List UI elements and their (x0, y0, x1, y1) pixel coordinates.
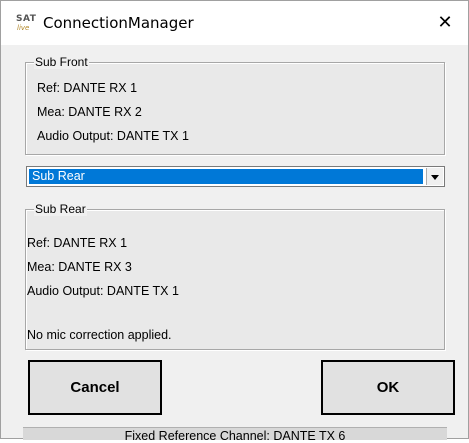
sub-rear-ref: Ref: DANTE RX 1 (27, 236, 128, 250)
sub-front-legend: Sub Front (34, 55, 89, 69)
app-icon-text-top: SAT (16, 14, 37, 24)
close-icon[interactable]: ✕ (422, 1, 468, 45)
window-title: ConnectionManager (43, 14, 194, 32)
sub-rear-group: Sub Rear Ref: DANTE RX 1 Mea: DANTE RX 3… (25, 202, 445, 350)
sub-front-group: Sub Front Ref: DANTE RX 1 Mea: DANTE RX … (25, 55, 445, 155)
dropdown-arrow-button[interactable] (426, 168, 443, 185)
sub-front-audio-output: Audio Output: DANTE TX 1 (37, 129, 189, 143)
sub-front-ref: Ref: DANTE RX 1 (37, 81, 138, 95)
sub-front-mea: Mea: DANTE RX 2 (37, 105, 142, 119)
cancel-button[interactable]: Cancel (28, 360, 162, 415)
dialog-client-area: Sub Front Ref: DANTE RX 1 Mea: DANTE RX … (1, 45, 468, 443)
status-bar: Fixed Reference Channel: DANTE TX 6 (23, 427, 447, 443)
app-icon-text-bottom: live (17, 24, 30, 32)
sub-rear-mea: Mea: DANTE RX 3 (27, 260, 132, 274)
title-bar[interactable]: SAT live ConnectionManager ✕ (1, 1, 468, 45)
sub-rear-audio-output: Audio Output: DANTE TX 1 (27, 284, 179, 298)
mic-correction-status: No mic correction applied. (27, 328, 172, 342)
ok-button[interactable]: OK (321, 360, 455, 415)
sub-select-dropdown[interactable]: Sub Rear (26, 166, 445, 187)
connection-manager-window: SAT live ConnectionManager ✕ Sub Front R… (0, 0, 469, 443)
sat-live-app-icon: SAT live (15, 14, 37, 34)
sub-rear-legend: Sub Rear (34, 202, 87, 216)
status-text: Fixed Reference Channel: DANTE TX 6 (124, 429, 346, 443)
dropdown-selected-value: Sub Rear (29, 169, 423, 184)
chevron-down-icon (431, 175, 439, 180)
